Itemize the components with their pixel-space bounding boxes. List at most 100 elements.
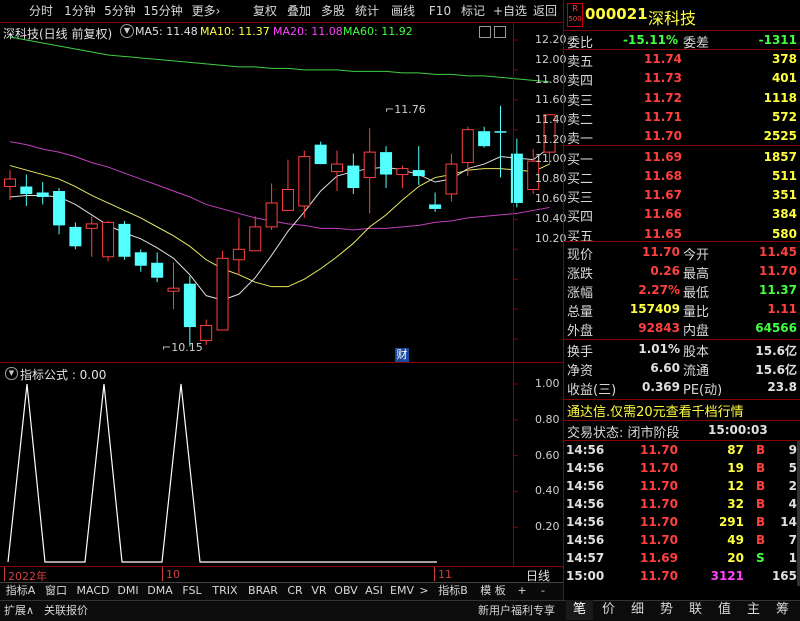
stock-badge: R 500 (567, 3, 583, 27)
candle-body[interactable] (151, 262, 164, 278)
candle-body[interactable] (232, 248, 245, 261)
tab-15min[interactable]: 15分钟 (141, 0, 185, 22)
statistics-button[interactable]: 统计 (352, 0, 382, 22)
stat-value: 11.70 (759, 264, 797, 278)
candle-body[interactable] (118, 223, 131, 257)
stat-label: 现价 (567, 248, 594, 263)
indicator-divider (0, 362, 563, 363)
indicator-tab[interactable]: 模 板 (475, 583, 511, 599)
tab-more[interactable]: 更多› (186, 0, 226, 22)
candle-body[interactable] (429, 204, 442, 209)
ask-price[interactable]: 11.72 (600, 91, 682, 105)
promo-banner[interactable]: 通达信.仅需20元查看千档行情 (567, 401, 744, 420)
tab-1min[interactable]: 1分钟 (60, 0, 100, 22)
quote-view-button[interactable]: 笔 (566, 600, 593, 620)
candle-body[interactable] (200, 325, 213, 341)
quote-view-button[interactable]: 筹 (769, 600, 796, 620)
candle-body[interactable] (265, 202, 278, 228)
indicator-tab[interactable]: TRIX (207, 583, 243, 599)
candle-body[interactable] (134, 252, 147, 266)
f10-button[interactable]: F10 (426, 0, 454, 22)
kline-chart[interactable] (0, 23, 563, 565)
weicha-value: -1311 (758, 33, 797, 47)
linked-quote-button[interactable]: 关联报价 (44, 602, 88, 620)
candle-body[interactable] (478, 131, 491, 147)
candle-body[interactable] (20, 186, 33, 194)
candle-body[interactable] (183, 283, 196, 328)
candle-body[interactable] (445, 163, 458, 195)
bid-price[interactable]: 11.67 (600, 188, 682, 202)
candle-body[interactable] (363, 151, 376, 179)
candle-body[interactable] (36, 192, 49, 197)
mark-button[interactable]: 标记 (458, 0, 488, 22)
tick-count: 4 (788, 497, 797, 511)
indicator-tab[interactable]: - (533, 583, 553, 599)
ask-price[interactable]: 11.74 (600, 52, 682, 66)
candle-body[interactable] (281, 189, 294, 211)
draw-line-button[interactable]: 画线 (388, 0, 418, 22)
indicator-tab[interactable]: + (511, 583, 533, 599)
bid-price[interactable]: 11.65 (600, 227, 682, 241)
indicator-tab[interactable]: DMI (113, 583, 143, 599)
indicator-tab[interactable]: EMV (387, 583, 417, 599)
candle-body[interactable] (85, 223, 98, 229)
candle-body[interactable] (298, 156, 311, 207)
candle-body[interactable] (461, 129, 474, 164)
candle-body[interactable] (249, 226, 262, 252)
multi-stock-button[interactable]: 多股 (318, 0, 348, 22)
indicator-tab[interactable]: 窗口 (39, 583, 73, 599)
bid-price[interactable]: 11.69 (600, 150, 682, 164)
quote-view-button[interactable]: 势 (653, 600, 680, 620)
indicator-chevron-icon[interactable]: ▼ (5, 367, 18, 380)
indicator-tab[interactable]: VR (307, 583, 331, 599)
indicator-tab[interactable]: 指标A (2, 583, 39, 599)
tab-5min[interactable]: 5分钟 (100, 0, 140, 22)
candle-body[interactable] (314, 144, 327, 165)
bid-price[interactable]: 11.66 (600, 207, 682, 221)
high-value: 11.76 (394, 103, 426, 116)
back-button[interactable]: 返回 (530, 0, 560, 22)
quote-view-button[interactable]: 值 (711, 600, 738, 620)
restore-rights-button[interactable]: 复权 (250, 0, 280, 22)
quote-view-button[interactable]: 主 (740, 600, 767, 620)
indicator-tab[interactable]: 指标B (435, 583, 471, 599)
candle-body[interactable] (347, 165, 360, 189)
quote-view-button[interactable]: 联 (682, 600, 709, 620)
candle-body[interactable] (331, 163, 343, 173)
ask-price[interactable]: 11.73 (600, 71, 682, 85)
bid-price[interactable]: 11.68 (600, 169, 682, 183)
indicator-tab[interactable]: FSL (177, 583, 207, 599)
tick-time: 14:56 (566, 479, 605, 493)
indicator-tab[interactable]: CR (283, 583, 307, 599)
candle-body[interactable] (69, 226, 82, 247)
indicator-tab[interactable]: > (417, 583, 431, 599)
candle-body[interactable] (494, 131, 507, 133)
expand-button[interactable]: 扩展∧ (4, 602, 34, 620)
indicator-tab[interactable]: MACD (73, 583, 113, 599)
candle-body[interactable] (412, 170, 425, 177)
stats-divider (563, 339, 800, 340)
finance-marker[interactable]: 财 (395, 348, 409, 362)
ask-price[interactable]: 11.70 (600, 129, 682, 143)
add-watchlist-button[interactable]: +自选 (492, 0, 528, 22)
candle-body[interactable] (380, 152, 393, 175)
candle-body[interactable] (53, 190, 66, 226)
indicator-tab[interactable]: BRAR (243, 583, 283, 599)
quote-view-button[interactable]: 细 (624, 600, 651, 620)
tab-timeshare[interactable]: 分时 (24, 0, 58, 22)
ask-price[interactable]: 11.71 (600, 110, 682, 124)
candle-body[interactable] (216, 257, 229, 331)
tick-time: 14:57 (566, 551, 605, 565)
date-axis-top-divider (0, 566, 563, 567)
indicator-tab[interactable]: DMA (143, 583, 177, 599)
quote-view-button[interactable]: 价 (595, 600, 622, 620)
overlay-button[interactable]: 叠加 (284, 0, 314, 22)
indicator-tab[interactable]: OBV (331, 583, 361, 599)
candle-body[interactable] (102, 221, 115, 258)
indicator-tab[interactable]: ASI (361, 583, 387, 599)
new-user-promo-link[interactable]: 新用户福利专享 (478, 602, 555, 620)
candle-body[interactable] (396, 168, 409, 176)
candle-body[interactable] (4, 178, 16, 188)
fundamental-label: 净资 (567, 364, 594, 379)
candle-body[interactable] (167, 287, 180, 292)
